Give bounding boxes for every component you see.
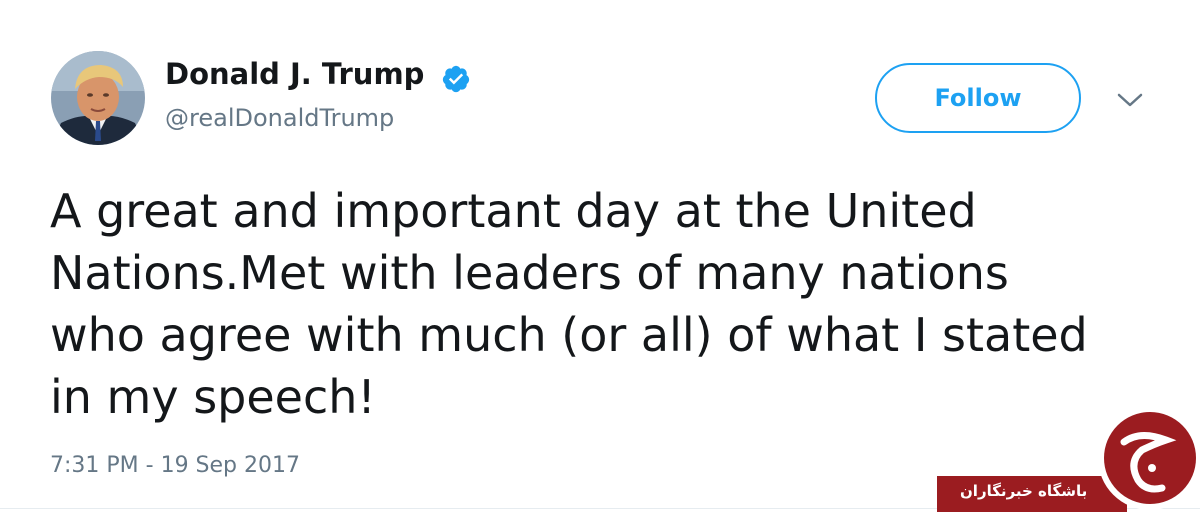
chevron-down-icon[interactable] xyxy=(1116,88,1144,112)
tweet-card: Donald J. Trump @realDonaldTrump Follow … xyxy=(0,0,1200,512)
tweet-text-line: in my speech! xyxy=(50,370,376,424)
verified-badge-icon xyxy=(442,65,470,93)
tweet-text: A great and important day at the United … xyxy=(50,180,1160,428)
watermark-logo-icon xyxy=(1098,406,1200,510)
watermark-text: باشگاه خبرنگاران xyxy=(960,482,1088,500)
author-handle[interactable]: @realDonaldTrump xyxy=(165,104,394,132)
follow-button[interactable]: Follow xyxy=(875,63,1081,133)
tweet-text-line: Nations.Met with leaders of many nations xyxy=(50,246,1009,300)
author-display-name[interactable]: Donald J. Trump xyxy=(165,57,424,91)
tweet-text-line: A great and important day at the United xyxy=(50,184,977,238)
tweet-text-line: who agree with much (or all) of what I s… xyxy=(50,308,1088,362)
tweet-timestamp[interactable]: 7:31 PM - 19 Sep 2017 xyxy=(50,453,300,478)
author-avatar[interactable] xyxy=(51,51,145,145)
avatar-photo-icon xyxy=(51,51,145,145)
